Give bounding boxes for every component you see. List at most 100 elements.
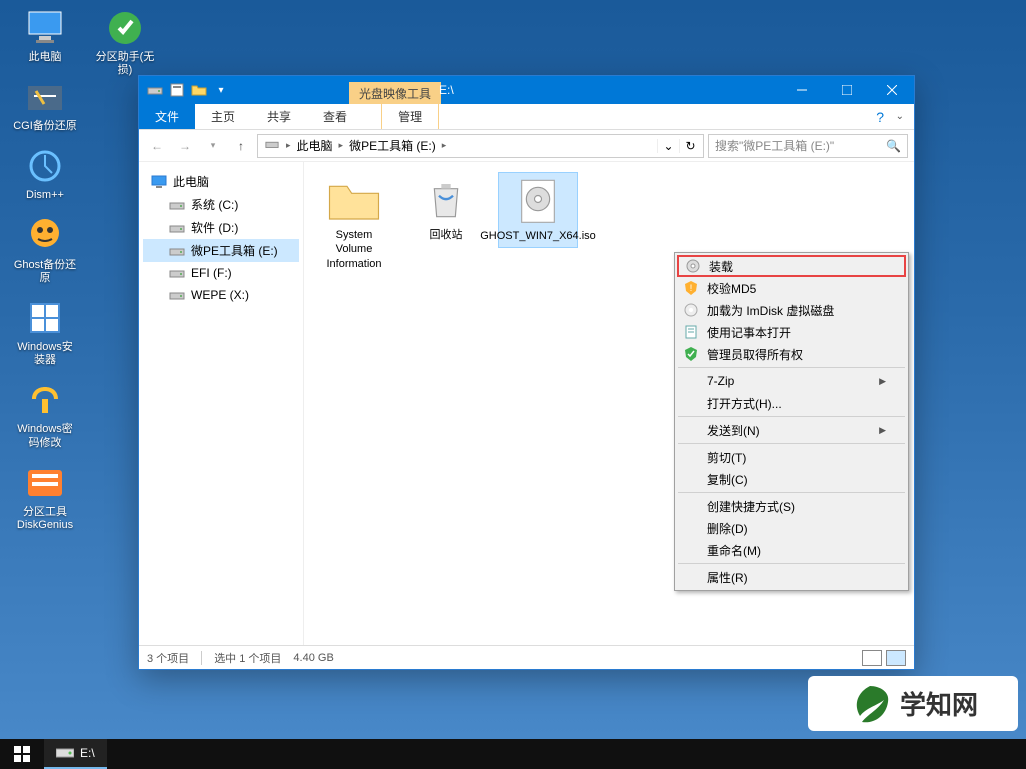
desktop-icon-ghost-icon [24,215,66,257]
window-title: E:\ [439,83,454,97]
menu-item-label: 创建快捷方式(S) [707,498,795,515]
chevron-right-icon[interactable]: ▸ [440,140,449,151]
titlebar[interactable]: ▾ 光盘映像工具 E:\ [139,76,914,104]
chevron-right-icon[interactable]: ▸ [337,140,346,151]
ctx-admin[interactable]: 管理员取得所有权 [677,343,906,365]
ctx-notepad[interactable]: 使用记事本打开 [677,321,906,343]
menu-item-label: 管理员取得所有权 [707,346,803,363]
desktop-icon-label: 分区工具DiskGenius [12,506,78,532]
qat-properties-icon[interactable] [169,82,185,98]
ctx-properties[interactable]: 属性(R) [677,566,906,588]
breadcrumb-dropdown-button[interactable]: ⌄ [657,139,679,153]
tab-share[interactable]: 共享 [251,103,307,129]
sidebar-drive-d[interactable]: 软件 (D:) [143,216,299,239]
menu-separator [678,563,905,564]
desktop-icon-this-pc[interactable]: 此电脑 [10,5,80,66]
desktop-icon-win-password[interactable]: Windows密码修改 [10,377,80,451]
ctx-md5[interactable]: ! 校验MD5 [677,277,906,299]
breadcrumb-root[interactable]: 此电脑 [293,137,337,154]
breadcrumb-current[interactable]: 微PE工具箱 (E:) [345,137,440,154]
disc-icon [685,258,701,274]
desktop: 此电脑 CGI备份还原 Dism++ Ghost备份还原 Windows安装器 Windo… [0,0,1026,769]
desktop-icon-label: CGI备份还原 [13,120,77,133]
desktop-icon-cgi-backup[interactable]: CGI备份还原 [10,74,80,135]
desktop-icon-dism[interactable]: Dism++ [10,143,80,204]
explorer-window: ▾ 光盘映像工具 E:\ 文件 主页 共享 查看 管理 ⌄ ? ← → ▾ ↑ [138,75,915,670]
menu-item-label: 校验MD5 [707,280,756,297]
desktop-icon-label: Ghost备份还原 [12,259,78,285]
menu-item-label: 发送到(N) [707,422,760,439]
tab-file[interactable]: 文件 [139,103,195,129]
tab-manage[interactable]: 管理 [381,103,439,129]
drive-icon [169,287,185,303]
file-label: GHOST_WIN7_X64.iso [480,229,596,243]
qat-dropdown-icon[interactable]: ▾ [213,82,229,98]
shield-warn-icon: ! [683,280,699,296]
sidebar-this-pc[interactable]: 此电脑 [143,170,299,193]
taskbar-item-explorer[interactable]: E:\ [44,739,107,769]
menu-separator [678,367,905,368]
file-svi[interactable]: System Volume Information [314,172,394,275]
status-selection: 选中 1 个项目 [214,650,281,666]
desktop-icon-diskgenius-icon [24,462,66,504]
nav-recent-button[interactable]: ▾ [201,134,225,158]
desktop-icon-cgi-backup-icon [24,76,66,118]
breadcrumb[interactable]: ▸ 此电脑 ▸ 微PE工具箱 (E:) ▸ ⌄ ↻ [257,134,704,158]
ctx-7zip[interactable]: 7-Zip▶ [677,370,906,392]
nav-up-button[interactable]: ↑ [229,134,253,158]
search-input[interactable]: 搜索"微PE工具箱 (E:)" 🔍 [708,134,908,158]
navbar: ← → ▾ ↑ ▸ 此电脑 ▸ 微PE工具箱 (E:) ▸ ⌄ ↻ 搜索"微PE… [139,130,914,162]
ctx-copy[interactable]: 复制(C) [677,468,906,490]
menu-item-label: 剪切(T) [707,449,746,466]
start-button[interactable] [0,739,44,769]
notepad-icon [683,324,699,340]
tab-home[interactable]: 主页 [195,103,251,129]
menu-item-label: 删除(D) [707,520,748,537]
ribbon-expand-icon[interactable]: ⌄ [896,111,904,122]
sidebar-drive-f[interactable]: EFI (F:) [143,262,299,284]
sidebar: 此电脑 系统 (C:)软件 (D:)微PE工具箱 (E:)EFI (F:)WEP… [139,162,304,645]
ctx-mount[interactable]: 装载 [677,255,906,277]
file-ghost-iso[interactable]: GHOST_WIN7_X64.iso [498,172,578,248]
ctx-sendto[interactable]: 发送到(N)▶ [677,419,906,441]
leaf-icon [848,682,892,726]
sidebar-drive-c[interactable]: 系统 (C:) [143,193,299,216]
shield-ok-icon [683,346,699,362]
desktop-icon-partition-assist[interactable]: 分区助手(无损) [90,5,160,79]
sidebar-drive-e[interactable]: 微PE工具箱 (E:) [143,239,299,262]
file-pane[interactable]: System Volume Information回收站GHOST_WIN7_X… [304,162,914,645]
breadcrumb-drive-icon[interactable] [260,137,284,154]
nav-back-button[interactable]: ← [145,134,169,158]
drive-icon [169,243,185,259]
chevron-right-icon[interactable]: ▸ [284,140,293,151]
desktop-icon-label: Windows安装器 [12,341,78,367]
close-button[interactable] [869,76,914,104]
submenu-arrow-icon: ▶ [879,376,886,387]
nav-forward-button[interactable]: → [173,134,197,158]
maximize-button[interactable] [824,76,869,104]
ctx-imdisk[interactable]: 加载为 ImDisk 虚拟磁盘 [677,299,906,321]
qat-folder-icon[interactable] [191,82,207,98]
ctx-delete[interactable]: 删除(D) [677,517,906,539]
desktop-icon-diskgenius[interactable]: 分区工具DiskGenius [10,460,80,534]
status-size: 4.40 GB [293,652,333,664]
windows-icon [14,746,30,762]
menu-item-label: 装载 [709,258,733,275]
file-recycle[interactable]: 回收站 [406,172,486,246]
status-count: 3 个项目 [147,650,189,666]
search-icon[interactable]: 🔍 [886,139,901,153]
ctx-rename[interactable]: 重命名(M) [677,539,906,561]
view-details-button[interactable] [862,650,882,666]
sidebar-drive-x[interactable]: WEPE (X:) [143,284,299,306]
help-icon[interactable]: ? [876,109,884,125]
ctx-openwith[interactable]: 打开方式(H)... [677,392,906,414]
tab-view[interactable]: 查看 [307,103,363,129]
svg-text:!: ! [690,283,693,293]
refresh-button[interactable]: ↻ [679,139,701,153]
ctx-cut[interactable]: 剪切(T) [677,446,906,468]
view-icons-button[interactable] [886,650,906,666]
minimize-button[interactable] [779,76,824,104]
desktop-icon-win-installer[interactable]: Windows安装器 [10,295,80,369]
ctx-shortcut[interactable]: 创建快捷方式(S) [677,495,906,517]
desktop-icon-ghost[interactable]: Ghost备份还原 [10,213,80,287]
